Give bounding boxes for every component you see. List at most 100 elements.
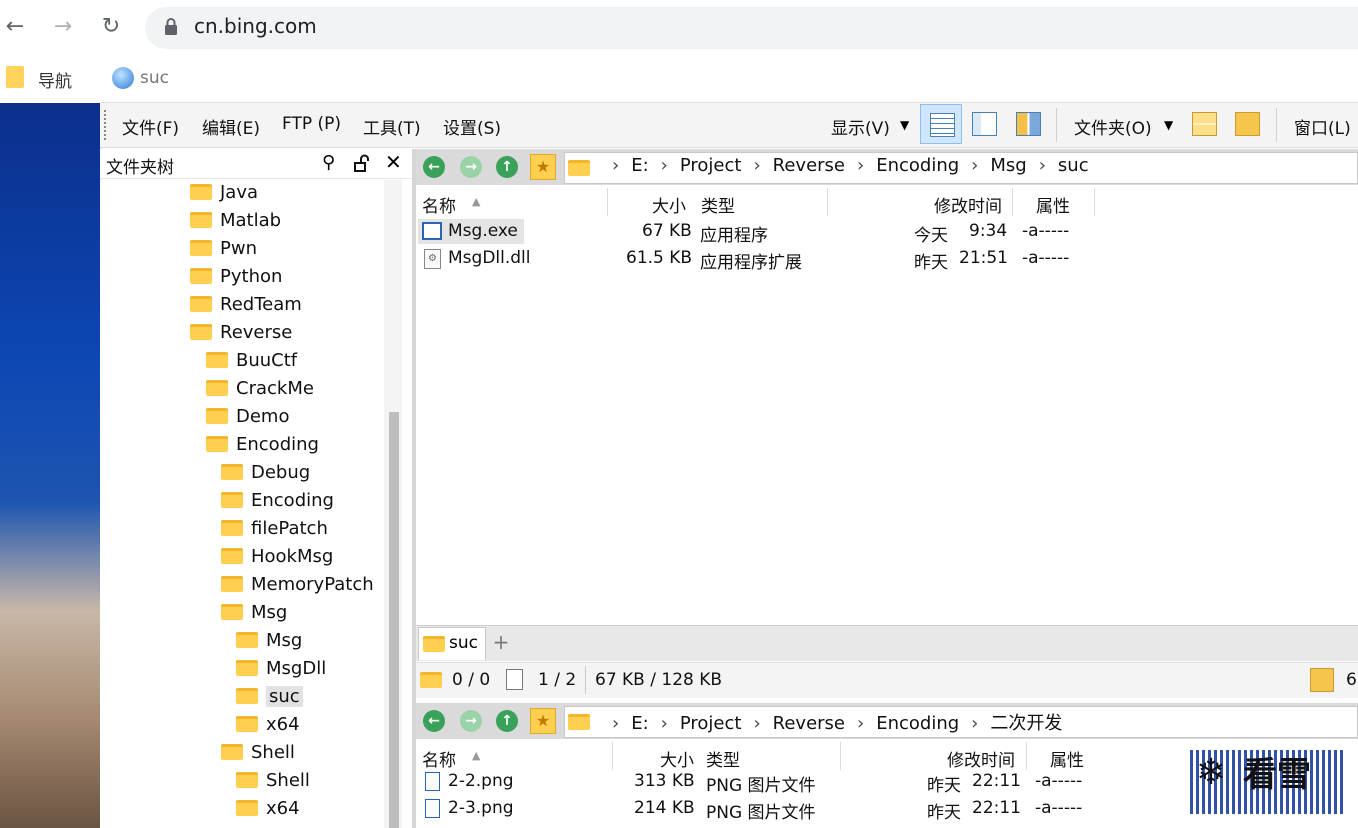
column-name[interactable]: 名称	[422, 192, 456, 217]
column-divider[interactable]	[612, 742, 613, 770]
forward-button[interactable]: →	[48, 12, 78, 42]
column-divider[interactable]	[1012, 188, 1013, 216]
column-divider[interactable]	[840, 742, 841, 770]
tree-item[interactable]: Java	[190, 179, 258, 207]
tree-item[interactable]: Reverse	[190, 319, 292, 347]
chevron-right-icon[interactable]: ›	[753, 155, 760, 176]
tree-item[interactable]: Debug	[221, 459, 310, 487]
tree-item[interactable]: Demo	[206, 403, 289, 431]
tree-item[interactable]: BuuCtf	[206, 347, 297, 375]
breadcrumb-item[interactable]: Project	[680, 713, 742, 734]
dropdown-arrow-icon[interactable]: ▼	[900, 118, 909, 132]
breadcrumb-item[interactable]: E:	[631, 713, 648, 734]
file-name[interactable]: Msg.exe	[448, 221, 518, 241]
breadcrumb-item[interactable]: Reverse	[773, 713, 845, 734]
chevron-right-icon[interactable]: ›	[753, 713, 760, 734]
column-modified[interactable]: 修改时间	[947, 746, 1015, 771]
tree-scrollbar-thumb[interactable]	[389, 412, 399, 828]
column-divider[interactable]	[607, 188, 608, 216]
column-size[interactable]: 大小	[652, 192, 686, 217]
dropdown-arrow-icon[interactable]: ▼	[1164, 118, 1173, 132]
chevron-right-icon[interactable]: ›	[612, 713, 619, 734]
back-button[interactable]: ←	[0, 12, 30, 42]
up-arrow-icon[interactable]: ↑	[496, 710, 518, 732]
add-tab-button[interactable]: +	[490, 630, 512, 658]
column-name[interactable]: 名称	[422, 746, 456, 771]
tree-item[interactable]: filePatch	[221, 515, 328, 543]
tree-item[interactable]: Msg	[221, 599, 287, 627]
bookmark-nav[interactable]: 导航	[38, 67, 72, 92]
back-arrow-icon[interactable]: ←	[423, 710, 445, 732]
up-arrow-icon[interactable]: ↑	[496, 156, 518, 178]
folder-layout-icon[interactable]	[1183, 104, 1225, 144]
chevron-right-icon[interactable]: ›	[661, 155, 668, 176]
favorites-star-icon[interactable]: ★	[530, 708, 556, 734]
lock-folder-icon[interactable]	[1310, 668, 1334, 692]
breadcrumb-item[interactable]: E:	[631, 155, 648, 176]
toolbar-grip[interactable]	[104, 110, 108, 140]
breadcrumb-item[interactable]: Msg	[990, 155, 1026, 176]
reload-button[interactable]: ↻	[96, 12, 126, 42]
menu-settings[interactable]: 设置(S)	[443, 114, 501, 139]
tree-item[interactable]: MemoryPatch	[221, 571, 374, 599]
tree-item[interactable]: Shell	[221, 739, 295, 767]
tree-item[interactable]: Matlab	[190, 207, 281, 235]
chevron-right-icon[interactable]: ›	[612, 155, 619, 176]
chevron-right-icon[interactable]: ›	[1039, 155, 1046, 176]
column-modified[interactable]: 修改时间	[934, 192, 1002, 217]
url-text[interactable]: cn.bing.com	[194, 14, 317, 38]
column-type[interactable]: 类型	[706, 746, 740, 771]
column-size[interactable]: 大小	[660, 746, 694, 771]
tree-item[interactable]: Msg	[236, 627, 302, 655]
tree-item[interactable]: Pwn	[190, 235, 257, 263]
tree-item[interactable]: Python	[190, 263, 282, 291]
breadcrumb-item[interactable]: Reverse	[773, 155, 845, 176]
favorites-star-icon[interactable]: ★	[530, 154, 556, 180]
tree-item[interactable]: Encoding	[221, 487, 334, 515]
column-attributes[interactable]: 属性	[1036, 192, 1070, 217]
file-name[interactable]: 2-3.png	[448, 798, 514, 818]
forward-arrow-icon[interactable]: →	[460, 710, 482, 732]
forward-arrow-icon[interactable]: →	[460, 156, 482, 178]
breadcrumb-item[interactable]: suc	[1058, 155, 1089, 176]
breadcrumb-item[interactable]: Encoding	[876, 155, 959, 176]
tree-item[interactable]: x64	[236, 795, 300, 823]
column-type[interactable]: 类型	[701, 192, 735, 217]
menu-edit[interactable]: 编辑(E)	[202, 114, 260, 139]
tree-item[interactable]: RedTeam	[190, 291, 302, 319]
folder-lock-icon[interactable]	[1226, 104, 1268, 144]
menu-tools[interactable]: 工具(T)	[363, 114, 421, 139]
tab-label[interactable]: suc	[449, 633, 478, 653]
view-details-icon[interactable]	[920, 104, 962, 144]
tree-item[interactable]: Encoding	[206, 431, 319, 459]
menu-window[interactable]: 窗口(L)	[1294, 114, 1351, 139]
tree-item[interactable]: x64	[236, 711, 300, 739]
column-attributes[interactable]: 属性	[1050, 746, 1084, 771]
tree-item[interactable]: MsgDll	[236, 655, 326, 683]
file-name[interactable]: MsgDll.dll	[448, 248, 531, 268]
search-icon[interactable]: ⚲	[322, 152, 335, 173]
tree-item[interactable]: CrackMe	[206, 375, 314, 403]
menu-folder[interactable]: 文件夹(O)	[1074, 114, 1152, 139]
view-thumbnails-icon[interactable]	[1007, 104, 1049, 144]
chevron-right-icon[interactable]: ›	[971, 155, 978, 176]
menu-display[interactable]: 显示(V)	[831, 114, 890, 139]
column-divider[interactable]	[827, 188, 828, 216]
column-divider[interactable]	[1094, 188, 1095, 216]
tree-item[interactable]: Shell	[236, 767, 310, 795]
chevron-right-icon[interactable]: ›	[857, 155, 864, 176]
chevron-right-icon[interactable]: ›	[857, 713, 864, 734]
unlock-icon[interactable]	[352, 154, 372, 174]
view-list-icon[interactable]	[963, 104, 1005, 144]
tree-item[interactable]: HookMsg	[221, 543, 333, 571]
menu-ftp[interactable]: FTP (P)	[282, 114, 341, 134]
file-name[interactable]: 2-2.png	[448, 771, 514, 791]
back-arrow-icon[interactable]: ←	[423, 156, 445, 178]
chevron-right-icon[interactable]: ›	[971, 713, 978, 734]
chevron-right-icon[interactable]: ›	[661, 713, 668, 734]
breadcrumb-item[interactable]: Project	[680, 155, 742, 176]
tree-item[interactable]: suc	[236, 683, 303, 711]
menu-file[interactable]: 文件(F)	[122, 114, 179, 139]
breadcrumb-item[interactable]: Encoding	[876, 713, 959, 734]
address-bar[interactable]	[145, 7, 1358, 49]
